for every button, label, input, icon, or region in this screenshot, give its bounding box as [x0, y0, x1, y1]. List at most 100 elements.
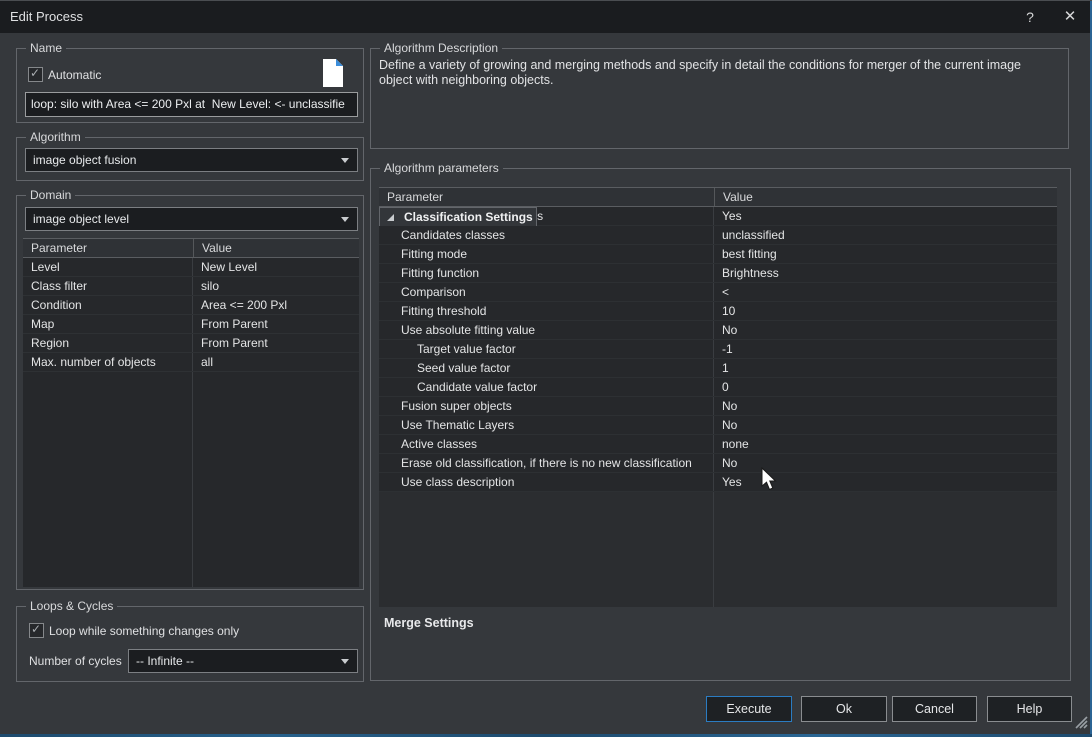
algorithm-description-text: Define a variety of growing and merging … [379, 58, 1055, 88]
parameters-table-header: Parameter Value [379, 187, 1057, 207]
mouse-cursor-icon [760, 467, 778, 496]
parameter-value-cell[interactable]: 0 [714, 380, 1057, 394]
domain-table-empty-area [23, 372, 359, 587]
ok-button[interactable]: Ok [801, 696, 887, 722]
number-of-cycles-label: Number of cycles [29, 654, 122, 668]
automatic-checkbox[interactable] [28, 67, 43, 82]
parameter-value-cell[interactable]: -1 [714, 342, 1057, 356]
algorithm-select[interactable]: image object fusion [25, 148, 358, 172]
domain-col-parameter: Parameter [23, 241, 193, 255]
domain-table-row[interactable]: RegionFrom Parent [23, 334, 359, 353]
document-icon[interactable] [322, 58, 344, 91]
algorithm-parameters-group: Algorithm parameters Parameter Value Can… [370, 168, 1071, 681]
parameter-value-cell[interactable]: Brightness [714, 266, 1057, 280]
number-of-cycles-select[interactable]: -- Infinite -- [128, 649, 358, 673]
parameter-row[interactable]: Comparison< [379, 283, 1057, 302]
parameter-row[interactable]: Fitting threshold10 [379, 302, 1057, 321]
selected-group-caption: Merge Settings [384, 616, 474, 630]
domain-col-value: Value [193, 239, 359, 257]
domain-empty-value [193, 372, 359, 587]
domain-empty-param [23, 372, 193, 587]
resize-grip[interactable] [1073, 714, 1088, 732]
cancel-button[interactable]: Cancel [892, 696, 977, 722]
parameter-row[interactable]: Fitting functionBrightness [379, 264, 1057, 283]
domain-selected-value: image object level [33, 212, 129, 226]
tree-expanded-icon[interactable] [386, 213, 396, 222]
parameter-name-cell: Fitting mode [379, 245, 714, 263]
parameter-name-cell: Erase old classification, if there is no… [379, 454, 714, 472]
parameter-name-cell: Use Thematic Layers [379, 416, 714, 434]
window-title: Edit Process [10, 9, 83, 24]
parameter-value-cell[interactable]: No [714, 323, 1057, 337]
parameters-table-rows: Candidate SettingsEnable candidates clas… [379, 207, 1057, 607]
parameter-row[interactable]: Candidate value factor0 [379, 378, 1057, 397]
process-name-input[interactable]: loop: silo with Area <= 200 Pxl at New L… [25, 92, 358, 117]
cycles-selected-value: -- Infinite -- [136, 654, 194, 668]
algorithm-group-label: Algorithm [26, 130, 85, 144]
empty-param-cell [379, 492, 714, 607]
parameter-value-cell[interactable]: 1 [714, 361, 1057, 375]
chevron-down-icon [341, 659, 349, 664]
domain-value-cell: Area <= 200 Pxl [193, 298, 359, 312]
domain-value-cell: From Parent [193, 317, 359, 331]
domain-select[interactable]: image object level [25, 207, 358, 231]
parameters-col-value: Value [714, 188, 1057, 206]
parameter-value-cell[interactable]: < [714, 285, 1057, 299]
domain-table-row[interactable]: MapFrom Parent [23, 315, 359, 334]
loop-while-changes-checkbox[interactable] [29, 623, 44, 638]
domain-table-row[interactable]: ConditionArea <= 200 Pxl [23, 296, 359, 315]
parameter-row[interactable]: Candidates classesunclassified [379, 226, 1057, 245]
algorithm-description-group: Algorithm Description Define a variety o… [370, 48, 1069, 149]
parameter-value-cell[interactable]: Yes [714, 209, 1057, 223]
parameter-value-cell[interactable]: 10 [714, 304, 1057, 318]
domain-table-header: Parameter Value [23, 238, 359, 258]
automatic-checkbox-label: Automatic [48, 68, 101, 82]
execute-button[interactable]: Execute [706, 696, 792, 722]
parameter-value-cell[interactable]: best fitting [714, 247, 1057, 261]
parameter-name-cell: Active classes [379, 435, 714, 453]
parameter-name-cell: Target value factor [379, 340, 714, 358]
help-icon[interactable]: ? [1016, 7, 1044, 27]
algorithm-description-label: Algorithm Description [380, 41, 502, 55]
domain-table-row[interactable]: Max. number of objectsall [23, 353, 359, 372]
parameter-row[interactable]: Fusion super objectsNo [379, 397, 1057, 416]
parameter-row[interactable]: Use Thematic LayersNo [379, 416, 1057, 435]
parameter-row[interactable]: Active classesnone [379, 435, 1057, 454]
parameter-value-cell[interactable]: No [714, 399, 1057, 413]
name-group-label: Name [26, 41, 66, 55]
parameter-row[interactable]: Seed value factor1 [379, 359, 1057, 378]
parameter-value-cell[interactable]: unclassified [714, 228, 1057, 242]
parameters-table: Parameter Value Candidate SettingsEnable… [379, 187, 1057, 607]
domain-param-cell: Region [23, 334, 193, 352]
parameter-name-cell: Candidates classes [379, 226, 714, 244]
parameter-group-label: Classification Settings [401, 210, 536, 224]
parameter-name-cell: Candidate value factor [379, 378, 714, 396]
loops-cycles-group: Loops & Cycles Loop while something chan… [16, 606, 364, 682]
domain-param-cell: Max. number of objects [23, 353, 193, 371]
parameter-row[interactable]: Erase old classification, if there is no… [379, 454, 1057, 473]
parameter-row[interactable]: Use absolute fitting valueNo [379, 321, 1057, 340]
domain-value-cell: From Parent [193, 336, 359, 350]
parameter-row[interactable]: Use class descriptionYes [379, 473, 1057, 492]
parameter-group-row[interactable]: Classification Settings [379, 207, 537, 226]
domain-group: Domain image object level Parameter Valu… [16, 195, 364, 590]
parameter-row[interactable]: Target value factor-1 [379, 340, 1057, 359]
parameter-value-cell[interactable]: none [714, 437, 1057, 451]
domain-table-row[interactable]: LevelNew Level [23, 258, 359, 277]
domain-table-row[interactable]: Class filtersilo [23, 277, 359, 296]
domain-table: Parameter Value LevelNew LevelClass filt… [23, 238, 359, 587]
chevron-down-icon [341, 158, 349, 163]
parameter-name-cell: Seed value factor [379, 359, 714, 377]
parameter-row[interactable]: Fitting modebest fitting [379, 245, 1057, 264]
domain-param-cell: Class filter [23, 277, 193, 295]
algorithm-selected-value: image object fusion [33, 153, 136, 167]
chevron-down-icon [341, 217, 349, 222]
close-icon[interactable]: ✕ [1056, 7, 1084, 27]
parameter-empty-row [379, 492, 1057, 607]
domain-table-rows: LevelNew LevelClass filtersiloConditionA… [23, 258, 359, 587]
help-button[interactable]: Help [987, 696, 1072, 722]
parameter-name-cell: Fitting function [379, 264, 714, 282]
parameter-value-cell[interactable]: No [714, 418, 1057, 432]
algorithm-group: Algorithm image object fusion [16, 137, 364, 181]
domain-param-cell: Map [23, 315, 193, 333]
